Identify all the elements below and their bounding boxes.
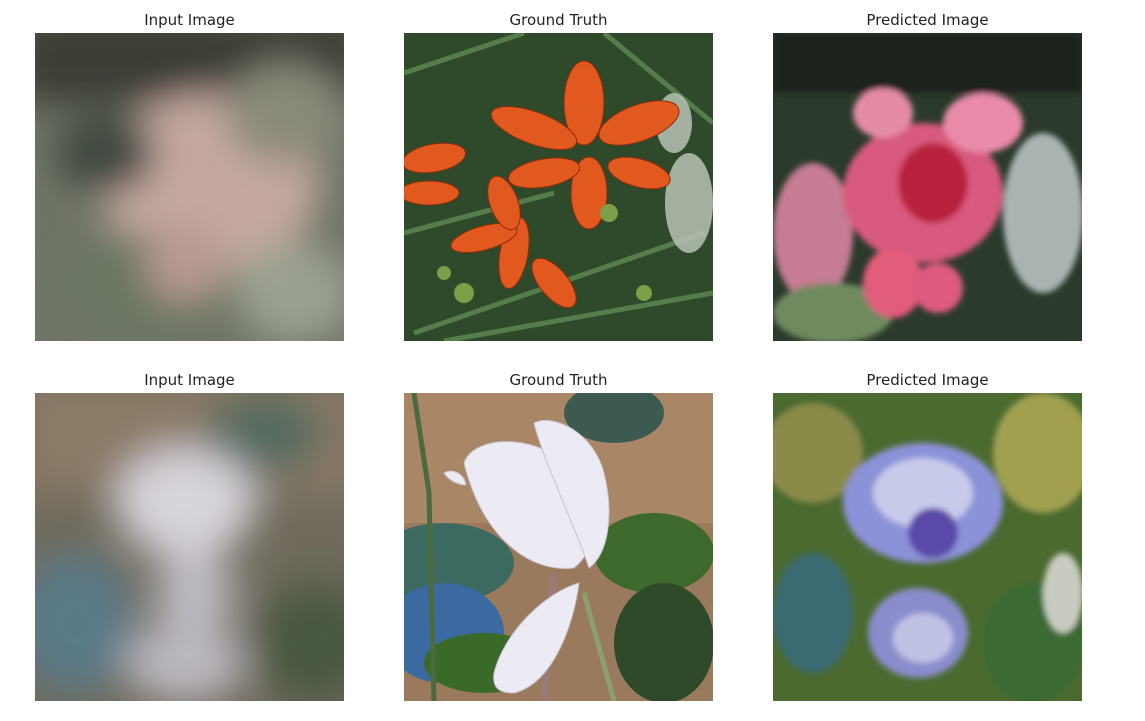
panel-title: Input Image bbox=[144, 371, 235, 389]
panel-title: Ground Truth bbox=[509, 11, 608, 29]
blurred-cyclamen-input-image bbox=[35, 393, 344, 701]
panel-title: Ground Truth bbox=[509, 371, 608, 389]
orange-spotted-lily-photo bbox=[404, 33, 713, 341]
panel-title: Input Image bbox=[144, 11, 235, 29]
white-cyclamen-photo bbox=[404, 393, 713, 701]
blue-flower-prediction-image bbox=[773, 393, 1082, 701]
blurred-lily-input-image bbox=[35, 33, 344, 341]
pink-flower-prediction-image bbox=[773, 33, 1082, 341]
panel-title: Predicted Image bbox=[866, 371, 989, 389]
panel-title: Predicted Image bbox=[866, 11, 989, 29]
